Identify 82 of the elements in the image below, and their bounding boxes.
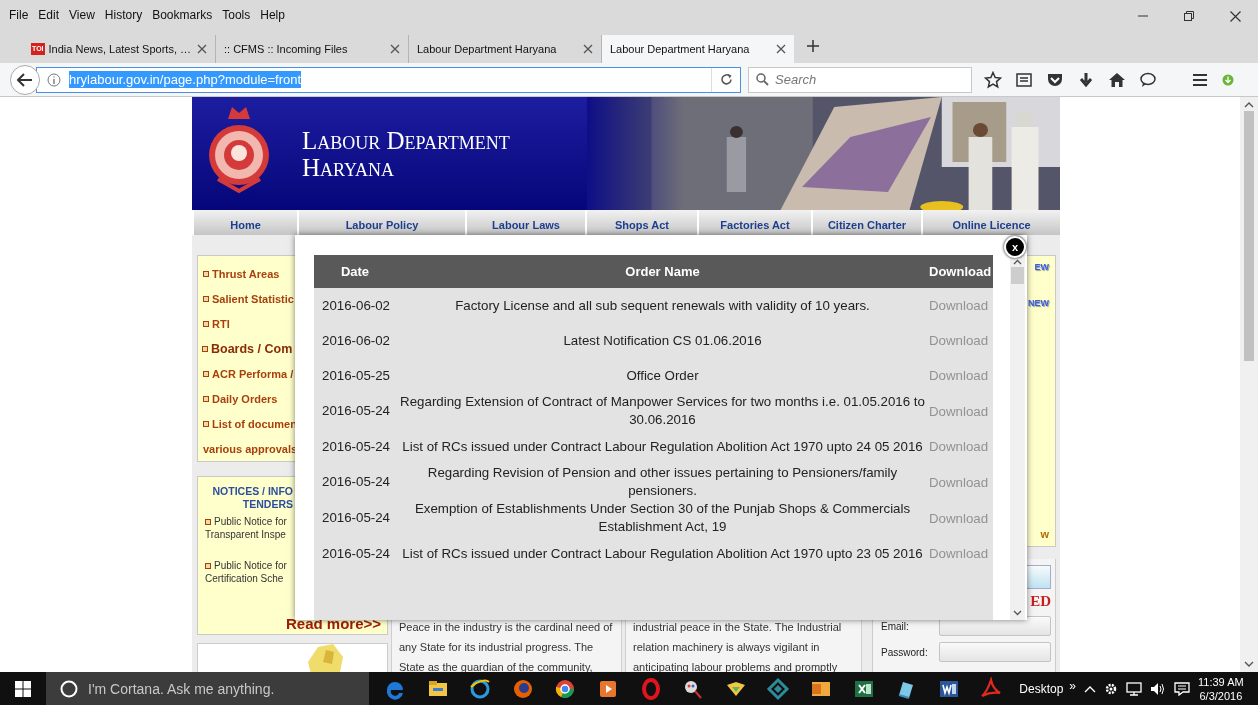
read-more-link[interactable]: Read more>> xyxy=(285,615,381,632)
column-header: Order Name xyxy=(624,264,701,279)
search-field[interactable]: Search xyxy=(748,66,972,93)
input-field[interactable] xyxy=(939,642,1051,662)
tab-close-icon[interactable] xyxy=(390,44,400,54)
bullet-icon xyxy=(203,420,209,427)
menu-item[interactable]: Help xyxy=(255,0,290,22)
caret-up-icon[interactable] xyxy=(1084,684,1097,693)
download-icon[interactable] xyxy=(1077,70,1095,89)
scrollbar[interactable] xyxy=(1010,255,1025,620)
scroll-thumb[interactable] xyxy=(1244,111,1254,361)
bullet-icon xyxy=(202,346,208,353)
table-cell-text: List of RCs issued under Contract Labour Regulation Abolition Act 1970 upto 23 05 2016 xyxy=(401,544,924,563)
plus-icon[interactable] xyxy=(806,39,820,53)
column-header: Download xyxy=(929,264,993,279)
table-cell-text: 2016-05-24 xyxy=(321,437,392,456)
field-label: Password: xyxy=(881,646,929,658)
panel-text: w xyxy=(1040,528,1049,540)
back-arrow-icon xyxy=(17,72,33,87)
bullet-icon xyxy=(205,519,211,525)
table-cell-text: 2016-05-24 xyxy=(321,509,392,527)
bullet-icon xyxy=(205,563,211,569)
table-cell-text: 2016-05-24 xyxy=(321,402,392,420)
menu-item[interactable]: File xyxy=(4,0,34,22)
bullet-icon xyxy=(203,321,209,328)
close-icon[interactable] xyxy=(1229,10,1241,22)
cortana-circle-icon xyxy=(60,679,78,698)
menu-item[interactable]: Bookmarks xyxy=(147,0,218,22)
field-label: Email: xyxy=(881,620,910,632)
tab-close-icon[interactable] xyxy=(583,44,593,54)
network-icon[interactable] xyxy=(1126,681,1143,696)
column-header: Date xyxy=(339,264,371,279)
table-cell-text: Exemption of Establishments Under Section 30 of the Punjab Shops & Commercials Establishment Act, 19 xyxy=(413,500,912,536)
reading-list-icon[interactable] xyxy=(1015,70,1033,89)
reload-icon[interactable] xyxy=(719,73,733,86)
windows-icon[interactable] xyxy=(15,680,31,697)
diamond-icon[interactable] xyxy=(766,676,791,701)
table-cell-text: List of RCs issued under Contract Labour Regulation Abolition Act 1970 upto 24 05 2016 xyxy=(401,437,924,456)
table-cell-text: 2016-05-25 xyxy=(321,366,392,385)
login-heading: ED xyxy=(1029,593,1051,610)
menu-item[interactable]: History xyxy=(99,0,148,22)
table-cell-text: 2016-05-24 xyxy=(321,473,392,491)
new-label: NEW xyxy=(1028,298,1049,308)
toolbar-label[interactable]: Desktop xyxy=(1019,681,1064,696)
scroll-thumb[interactable] xyxy=(1011,267,1024,284)
search-icon xyxy=(756,73,769,86)
chat-bubble-icon[interactable] xyxy=(1139,70,1157,89)
close-button[interactable]: x xyxy=(1004,236,1026,258)
bullet-icon xyxy=(203,271,209,278)
menu-item[interactable]: View xyxy=(64,0,100,22)
gear-icon[interactable] xyxy=(1104,681,1119,696)
site-title: Labour Department Haryana xyxy=(302,127,511,183)
star-icon[interactable] xyxy=(984,70,1002,89)
bullet-icon xyxy=(203,296,209,303)
tab-close-icon[interactable] xyxy=(197,44,207,54)
bullet-icon xyxy=(203,395,209,402)
table-cell-text: Factory License and all sub sequent renewals with validity of 10 years. xyxy=(454,296,871,315)
browser-tab[interactable]: Labour Department Haryana xyxy=(602,35,794,63)
restore-icon[interactable] xyxy=(1184,11,1194,21)
info-icon[interactable] xyxy=(47,72,61,87)
menu-item[interactable]: Tools xyxy=(217,0,256,22)
notification-icon[interactable] xyxy=(1174,681,1191,696)
home-icon[interactable] xyxy=(1108,70,1126,89)
new-label: EW xyxy=(1034,262,1049,272)
menu-item[interactable]: Edit xyxy=(33,0,65,22)
table-cell-text: Regarding Extension of Contract of Manpower Services for two months i.e. 01.05.2016 to 30.06.2016 xyxy=(399,393,926,429)
table-cell-text: Latest Notification CS 01.06.2016 xyxy=(562,331,763,350)
notices-heading: NOTICES / INFO TENDERS xyxy=(211,485,293,511)
speaker-icon[interactable] xyxy=(1150,681,1167,696)
clock[interactable]: 11:39 AM 6/3/2016 xyxy=(1198,674,1244,703)
overflow-chevron[interactable]: » xyxy=(1069,678,1077,693)
table-cell-text: Regarding Revision of Pension and other issues pertaining to Pensioners/family pensioners. xyxy=(426,464,899,500)
search-field[interactable]: I'm Cortana. Ask me anything. xyxy=(46,672,369,705)
scroll-up-icon[interactable] xyxy=(1244,101,1254,108)
tab-close-icon[interactable] xyxy=(776,44,786,54)
scroll-down-icon[interactable] xyxy=(1013,610,1022,616)
bullet-icon xyxy=(203,370,209,377)
scrollbar[interactable] xyxy=(1240,97,1258,672)
back-button[interactable] xyxy=(10,64,40,95)
table-cell-text: Office Order xyxy=(625,366,700,385)
scroll-up-icon[interactable] xyxy=(1013,259,1022,265)
scroll-down-icon[interactable] xyxy=(1244,661,1254,668)
